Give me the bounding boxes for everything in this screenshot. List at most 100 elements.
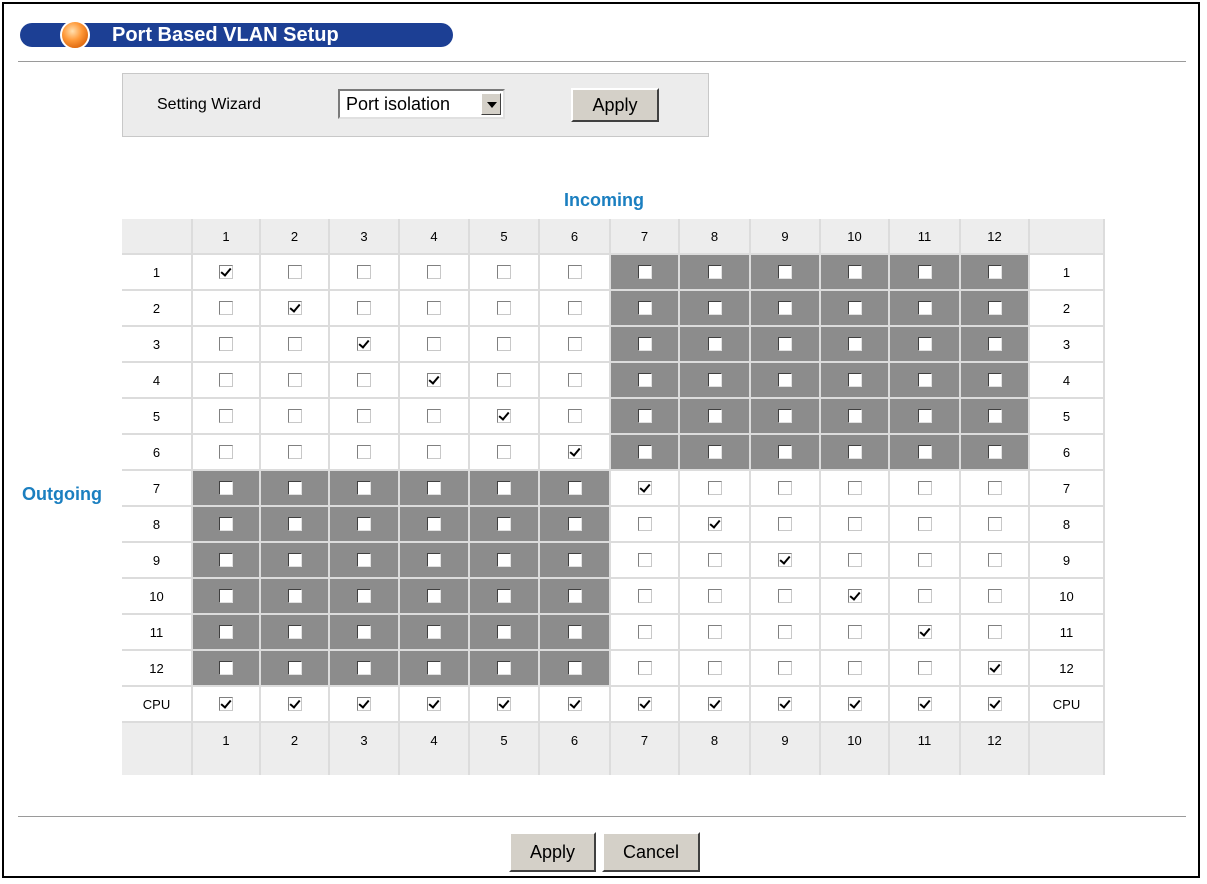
port-checkbox[interactable] [847, 625, 862, 639]
port-checkbox[interactable] [287, 445, 302, 459]
port-checkbox[interactable] [637, 697, 652, 711]
port-checkbox[interactable] [707, 661, 722, 675]
port-checkbox[interactable] [497, 445, 511, 459]
port-checkbox[interactable] [357, 625, 371, 639]
port-checkbox[interactable] [567, 661, 582, 675]
port-checkbox[interactable] [637, 373, 652, 387]
port-checkbox[interactable] [917, 409, 932, 423]
port-checkbox[interactable] [567, 301, 582, 315]
wizard-apply-button[interactable]: Apply [571, 88, 659, 122]
port-checkbox[interactable] [497, 481, 511, 495]
port-checkbox[interactable] [917, 553, 932, 567]
port-checkbox[interactable] [357, 445, 371, 459]
port-checkbox[interactable] [219, 697, 233, 711]
port-checkbox[interactable] [357, 373, 371, 387]
port-checkbox[interactable] [847, 409, 862, 423]
port-checkbox[interactable] [427, 553, 441, 567]
port-checkbox[interactable] [917, 589, 932, 603]
port-checkbox[interactable] [917, 481, 932, 495]
port-checkbox[interactable] [287, 481, 302, 495]
port-checkbox[interactable] [357, 409, 371, 423]
port-checkbox[interactable] [357, 265, 371, 279]
port-checkbox[interactable] [497, 589, 511, 603]
port-checkbox[interactable] [567, 517, 582, 531]
port-checkbox[interactable] [497, 301, 511, 315]
port-checkbox[interactable] [637, 517, 652, 531]
port-checkbox[interactable] [707, 481, 722, 495]
port-checkbox[interactable] [567, 589, 582, 603]
port-checkbox[interactable] [357, 553, 371, 567]
port-checkbox[interactable] [497, 337, 511, 351]
port-checkbox[interactable] [987, 301, 1002, 315]
port-checkbox[interactable] [637, 481, 652, 495]
port-checkbox[interactable] [707, 337, 722, 351]
port-checkbox[interactable] [637, 553, 652, 567]
port-checkbox[interactable] [219, 373, 233, 387]
port-checkbox[interactable] [847, 589, 862, 603]
port-checkbox[interactable] [219, 337, 233, 351]
port-checkbox[interactable] [497, 373, 511, 387]
port-checkbox[interactable] [357, 481, 371, 495]
port-checkbox[interactable] [357, 589, 371, 603]
port-checkbox[interactable] [778, 625, 792, 639]
port-checkbox[interactable] [987, 697, 1002, 711]
apply-button[interactable]: Apply [509, 832, 596, 872]
port-checkbox[interactable] [287, 409, 302, 423]
port-checkbox[interactable] [287, 589, 302, 603]
port-checkbox[interactable] [497, 697, 511, 711]
port-checkbox[interactable] [427, 481, 441, 495]
port-checkbox[interactable] [637, 265, 652, 279]
port-checkbox[interactable] [847, 553, 862, 567]
port-checkbox[interactable] [778, 517, 792, 531]
port-checkbox[interactable] [778, 661, 792, 675]
port-checkbox[interactable] [778, 589, 792, 603]
port-checkbox[interactable] [987, 265, 1002, 279]
port-checkbox[interactable] [847, 517, 862, 531]
port-checkbox[interactable] [427, 697, 441, 711]
port-checkbox[interactable] [847, 445, 862, 459]
port-checkbox[interactable] [987, 481, 1002, 495]
port-checkbox[interactable] [917, 301, 932, 315]
port-checkbox[interactable] [287, 301, 302, 315]
port-checkbox[interactable] [427, 517, 441, 531]
port-checkbox[interactable] [637, 589, 652, 603]
port-checkbox[interactable] [427, 445, 441, 459]
port-checkbox[interactable] [987, 337, 1002, 351]
port-checkbox[interactable] [917, 625, 932, 639]
port-checkbox[interactable] [637, 409, 652, 423]
port-checkbox[interactable] [427, 265, 441, 279]
port-checkbox[interactable] [707, 445, 722, 459]
port-checkbox[interactable] [917, 337, 932, 351]
port-checkbox[interactable] [637, 445, 652, 459]
port-checkbox[interactable] [637, 301, 652, 315]
port-checkbox[interactable] [427, 589, 441, 603]
port-checkbox[interactable] [497, 517, 511, 531]
port-checkbox[interactable] [987, 445, 1002, 459]
setting-wizard-select[interactable]: Port isolation [338, 89, 505, 119]
port-checkbox[interactable] [357, 337, 371, 351]
port-checkbox[interactable] [567, 697, 582, 711]
port-checkbox[interactable] [987, 517, 1002, 531]
port-checkbox[interactable] [497, 553, 511, 567]
port-checkbox[interactable] [357, 661, 371, 675]
port-checkbox[interactable] [917, 445, 932, 459]
port-checkbox[interactable] [427, 625, 441, 639]
port-checkbox[interactable] [567, 265, 582, 279]
port-checkbox[interactable] [847, 481, 862, 495]
port-checkbox[interactable] [778, 409, 792, 423]
port-checkbox[interactable] [357, 697, 371, 711]
port-checkbox[interactable] [707, 625, 722, 639]
port-checkbox[interactable] [497, 409, 511, 423]
port-checkbox[interactable] [778, 337, 792, 351]
port-checkbox[interactable] [219, 265, 233, 279]
port-checkbox[interactable] [567, 553, 582, 567]
port-checkbox[interactable] [917, 517, 932, 531]
port-checkbox[interactable] [778, 481, 792, 495]
port-checkbox[interactable] [357, 301, 371, 315]
port-checkbox[interactable] [987, 553, 1002, 567]
port-checkbox[interactable] [287, 661, 302, 675]
port-checkbox[interactable] [778, 445, 792, 459]
port-checkbox[interactable] [567, 409, 582, 423]
port-checkbox[interactable] [219, 661, 233, 675]
port-checkbox[interactable] [427, 373, 441, 387]
